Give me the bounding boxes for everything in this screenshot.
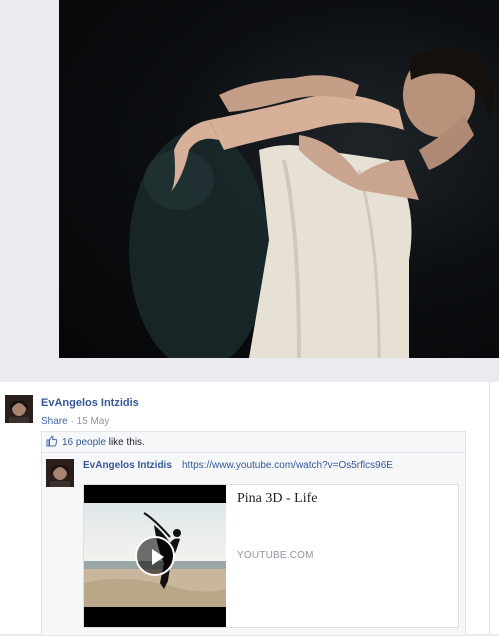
photo-band <box>0 0 499 382</box>
comment-youtube-link[interactable]: https://www.youtube.com/watch?v=Os5rflcs… <box>182 460 393 471</box>
dancer-illustration <box>129 47 494 358</box>
link-attachment[interactable]: Pina 3D - Life YOUTUBE.COM <box>83 484 459 628</box>
avatar-image <box>46 459 74 487</box>
right-column-edge <box>489 382 499 634</box>
thumbs-up-icon <box>46 435 58 447</box>
likes-row: 16 people like this. <box>42 432 465 453</box>
likes-summary: 16 people like this. <box>62 437 145 448</box>
share-link[interactable]: Share <box>41 416 68 427</box>
attachment-title[interactable]: Pina 3D - Life <box>237 491 317 507</box>
post-author-name[interactable]: EvAngelos Intzidis <box>41 397 139 409</box>
likes-count[interactable]: 16 people <box>62 437 106 448</box>
play-icon[interactable] <box>135 536 175 576</box>
attachment-domain: YOUTUBE.COM <box>237 550 314 561</box>
comment-author-name[interactable]: EvAngelos Intzidis <box>83 460 172 471</box>
post-date[interactable]: 15 May <box>77 416 110 427</box>
comment-author-avatar[interactable] <box>46 459 74 487</box>
likes-suffix: like this. <box>105 437 145 448</box>
meta-separator: · <box>67 416 77 427</box>
post-author-avatar[interactable] <box>5 395 33 423</box>
avatar-image <box>5 395 33 423</box>
comments-section: 16 people like this. EvAngelos Intzidis … <box>41 431 466 636</box>
dancer-photo[interactable] <box>59 0 499 358</box>
post-meta: Share · 15 May <box>41 416 109 427</box>
video-thumbnail[interactable] <box>84 485 226 627</box>
